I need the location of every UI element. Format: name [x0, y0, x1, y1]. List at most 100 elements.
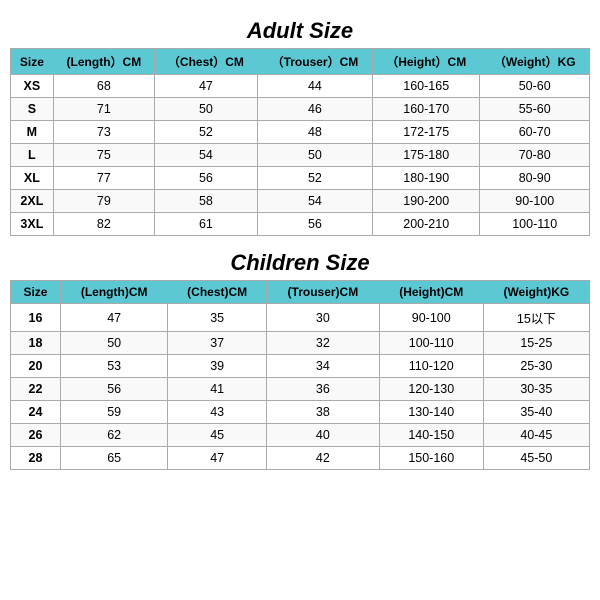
adult-table-cell: 58 — [155, 190, 258, 213]
adult-table-cell: 46 — [257, 98, 372, 121]
adult-table-cell: 54 — [155, 144, 258, 167]
adult-table-cell: 190-200 — [373, 190, 480, 213]
children-header-cell: (Height)CM — [379, 281, 483, 304]
children-table-cell: 30 — [266, 304, 379, 332]
children-header-cell: (Chest)CM — [168, 281, 267, 304]
children-table-cell: 110-120 — [379, 355, 483, 378]
children-table-cell: 53 — [60, 355, 167, 378]
adult-table-cell: M — [11, 121, 54, 144]
children-table-cell: 40 — [266, 424, 379, 447]
adult-table-cell: 2XL — [11, 190, 54, 213]
children-table-cell: 43 — [168, 401, 267, 424]
children-table-cell: 16 — [11, 304, 61, 332]
children-table-cell: 26 — [11, 424, 61, 447]
adult-table-cell: 77 — [53, 167, 154, 190]
adult-table-cell: 50-60 — [480, 75, 590, 98]
children-table-cell: 45 — [168, 424, 267, 447]
adult-header-cell: （Height）CM — [373, 49, 480, 75]
children-table-cell: 47 — [168, 447, 267, 470]
children-table-cell: 47 — [60, 304, 167, 332]
children-table-cell: 35 — [168, 304, 267, 332]
adult-table-cell: 56 — [257, 213, 372, 236]
adult-header-cell: Size — [11, 49, 54, 75]
children-table-row: 22564136120-13030-35 — [11, 378, 590, 401]
adult-header-cell: （Chest）CM — [155, 49, 258, 75]
adult-table-cell: 90-100 — [480, 190, 590, 213]
adult-table-cell: 60-70 — [480, 121, 590, 144]
adult-table-cell: 44 — [257, 75, 372, 98]
adult-table-cell: 50 — [257, 144, 372, 167]
children-table-row: 24594338130-14035-40 — [11, 401, 590, 424]
children-header-cell: Size — [11, 281, 61, 304]
children-table-cell: 59 — [60, 401, 167, 424]
adult-table-row: S715046160-17055-60 — [11, 98, 590, 121]
children-table-cell: 28 — [11, 447, 61, 470]
children-table-cell: 140-150 — [379, 424, 483, 447]
adult-table-cell: 79 — [53, 190, 154, 213]
adult-table-cell: 200-210 — [373, 213, 480, 236]
children-table-cell: 24 — [11, 401, 61, 424]
children-table-cell: 15以下 — [483, 304, 589, 332]
children-table-cell: 22 — [11, 378, 61, 401]
adult-table-cell: 71 — [53, 98, 154, 121]
adult-table-row: L755450175-18070-80 — [11, 144, 590, 167]
adult-table-row: 3XL826156200-210100-110 — [11, 213, 590, 236]
children-header-cell: (Trouser)CM — [266, 281, 379, 304]
adult-size-title: Adult Size — [247, 18, 353, 44]
adult-table-cell: 55-60 — [480, 98, 590, 121]
children-table-cell: 37 — [168, 332, 267, 355]
children-table-row: 28654742150-16045-50 — [11, 447, 590, 470]
adult-table-row: XS684744160-16550-60 — [11, 75, 590, 98]
adult-table-cell: 50 — [155, 98, 258, 121]
children-table-cell: 18 — [11, 332, 61, 355]
children-table-cell: 90-100 — [379, 304, 483, 332]
adult-table-cell: 160-165 — [373, 75, 480, 98]
children-table-row: 26624540140-15040-45 — [11, 424, 590, 447]
adult-table-cell: 3XL — [11, 213, 54, 236]
adult-header-cell: (Length）CM — [53, 49, 154, 75]
adult-table-row: M735248172-17560-70 — [11, 121, 590, 144]
adult-table-row: XL775652180-19080-90 — [11, 167, 590, 190]
adult-table-cell: 56 — [155, 167, 258, 190]
adult-table-cell: 75 — [53, 144, 154, 167]
adult-table-cell: 47 — [155, 75, 258, 98]
children-table-row: 20533934110-12025-30 — [11, 355, 590, 378]
children-table-cell: 20 — [11, 355, 61, 378]
children-table-cell: 34 — [266, 355, 379, 378]
children-table-cell: 150-160 — [379, 447, 483, 470]
adult-table-cell: 160-170 — [373, 98, 480, 121]
children-table-cell: 15-25 — [483, 332, 589, 355]
children-table-cell: 36 — [266, 378, 379, 401]
adult-table-cell: XL — [11, 167, 54, 190]
children-table-cell: 39 — [168, 355, 267, 378]
children-table-cell: 56 — [60, 378, 167, 401]
children-table-cell: 25-30 — [483, 355, 589, 378]
children-table-cell: 45-50 — [483, 447, 589, 470]
adult-table-cell: L — [11, 144, 54, 167]
adult-size-table: Size(Length）CM（Chest）CM（Trouser）CM（Heigh… — [10, 48, 590, 236]
adult-table-cell: 54 — [257, 190, 372, 213]
children-table-cell: 130-140 — [379, 401, 483, 424]
children-table-cell: 38 — [266, 401, 379, 424]
children-table-cell: 40-45 — [483, 424, 589, 447]
adult-table-cell: 70-80 — [480, 144, 590, 167]
children-table-cell: 42 — [266, 447, 379, 470]
adult-table-cell: 82 — [53, 213, 154, 236]
adult-table-cell: 48 — [257, 121, 372, 144]
children-size-table: Size(Length)CM(Chest)CM(Trouser)CM(Heigh… — [10, 280, 590, 470]
adult-table-cell: 175-180 — [373, 144, 480, 167]
children-table-cell: 62 — [60, 424, 167, 447]
adult-table-cell: 80-90 — [480, 167, 590, 190]
adult-table-cell: 180-190 — [373, 167, 480, 190]
children-table-row: 1647353090-10015以下 — [11, 304, 590, 332]
adult-table-cell: 52 — [257, 167, 372, 190]
children-table-cell: 50 — [60, 332, 167, 355]
children-table-cell: 30-35 — [483, 378, 589, 401]
adult-table-cell: 52 — [155, 121, 258, 144]
children-header-cell: (Weight)KG — [483, 281, 589, 304]
adult-table-cell: 100-110 — [480, 213, 590, 236]
children-table-cell: 120-130 — [379, 378, 483, 401]
adult-table-cell: 68 — [53, 75, 154, 98]
children-table-cell: 41 — [168, 378, 267, 401]
adult-header-cell: （Trouser）CM — [257, 49, 372, 75]
